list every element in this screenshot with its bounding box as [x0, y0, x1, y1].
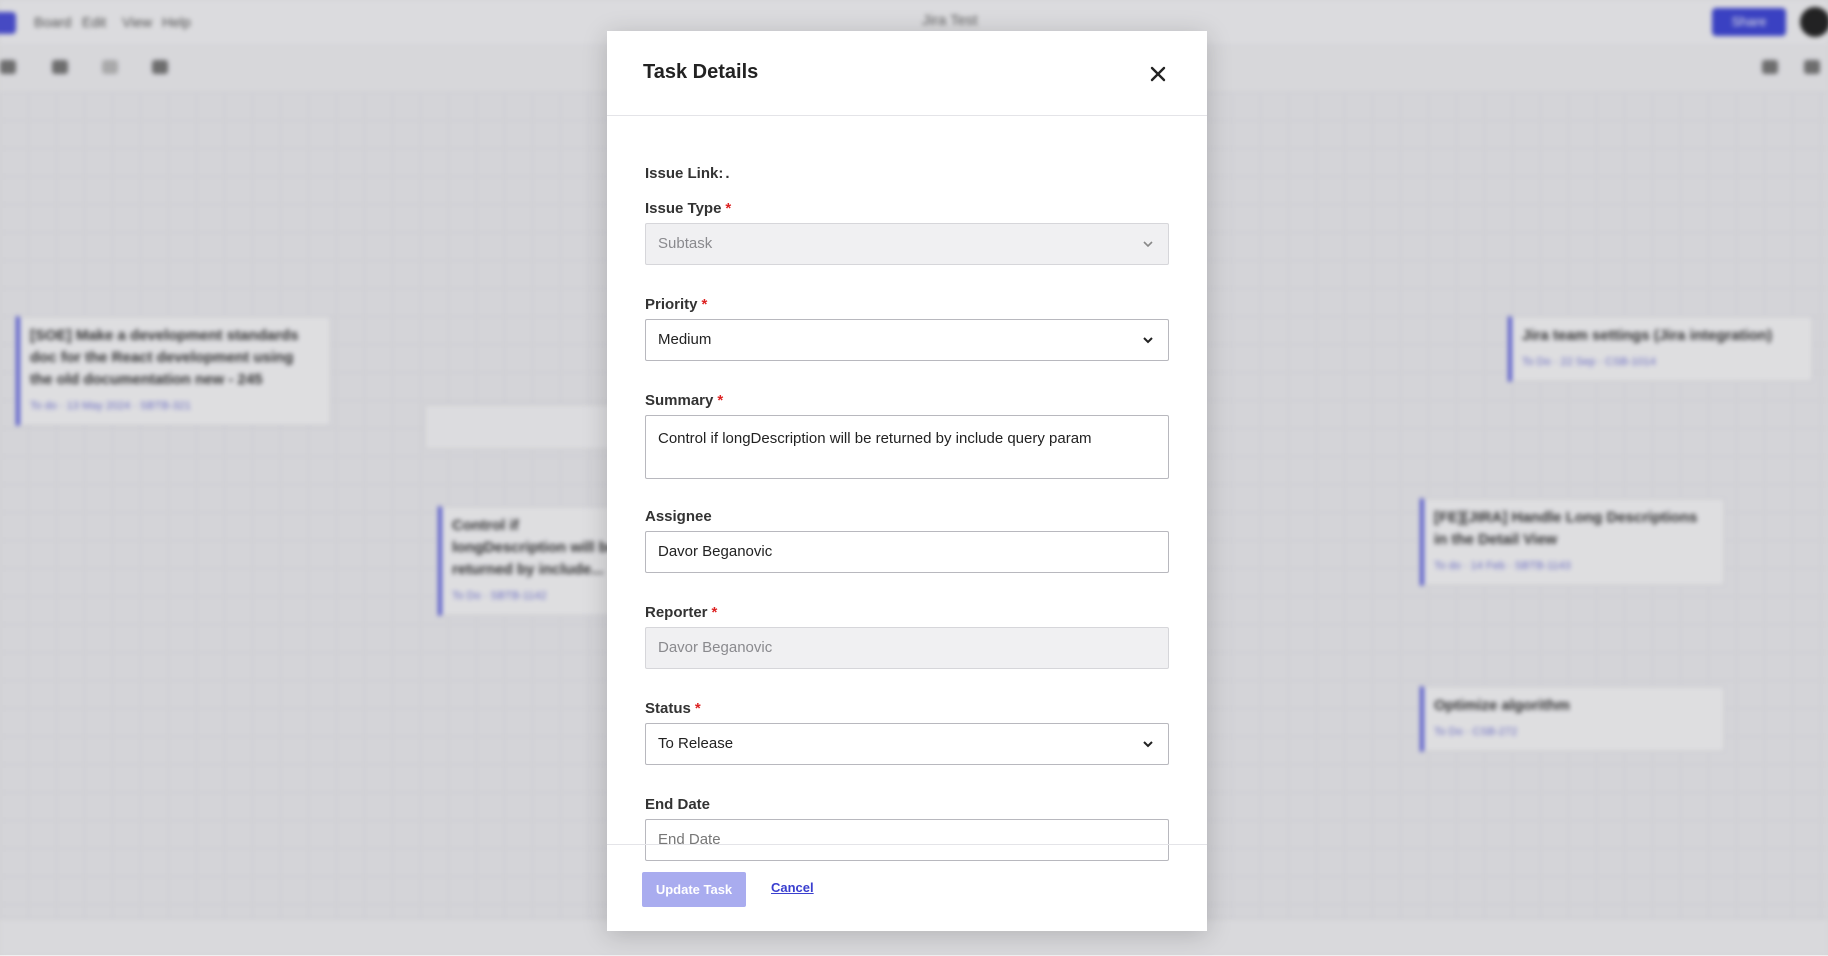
reporter-value: Davor Beganovic [658, 639, 773, 656]
summary-label: Summary * [645, 392, 723, 409]
summary-value: Control if longDescription will be retur… [658, 430, 1092, 447]
issue-link-label-text: Issue Link: [645, 165, 724, 182]
modal-footer: Update Task Cancel [607, 844, 1207, 932]
priority-select[interactable]: Medium [645, 319, 1169, 361]
required-marker: * [717, 392, 724, 409]
status-label: Status * [645, 700, 701, 717]
priority-label-text: Priority [645, 296, 698, 313]
priority-value: Medium [658, 331, 712, 348]
required-marker: * [711, 604, 718, 621]
assignee-label-text: Assignee [645, 508, 712, 525]
cancel-link[interactable]: Cancel [771, 880, 814, 895]
reporter-input[interactable]: Davor Beganovic [645, 627, 1169, 669]
assignee-value: Davor Beganovic [658, 543, 773, 560]
issue-type-label: Issue Type * [645, 200, 731, 217]
status-label-text: Status [645, 700, 691, 717]
assignee-input[interactable]: Davor Beganovic [645, 531, 1169, 573]
status-select[interactable]: To Release [645, 723, 1169, 765]
modal-title: Task Details [643, 61, 759, 83]
required-marker: * [725, 200, 732, 217]
priority-label: Priority * [645, 296, 707, 313]
required-marker: * [701, 296, 708, 313]
required-marker: * [694, 700, 701, 717]
close-button[interactable] [1143, 59, 1173, 89]
issue-type-label-text: Issue Type [645, 200, 722, 217]
update-task-button[interactable]: Update Task [642, 872, 746, 907]
issue-type-value: Subtask [658, 235, 713, 252]
assignee-label: Assignee [645, 508, 712, 525]
modal-header: Task Details [607, 31, 1207, 116]
end-date-label-text: End Date [645, 796, 711, 813]
status-value: To Release [658, 735, 734, 752]
task-details-modal: Task Details Issue Link:. Issue Type * Su… [607, 31, 1207, 931]
reporter-label-text: Reporter [645, 604, 708, 621]
summary-label-text: Summary [645, 392, 714, 409]
issue-link-value[interactable]: . [725, 165, 729, 182]
reporter-label: Reporter * [645, 604, 717, 621]
chevron-down-icon [1143, 741, 1153, 748]
close-icon [1150, 66, 1166, 82]
issue-type-select[interactable]: Subtask [645, 223, 1169, 265]
chevron-down-icon [1143, 241, 1153, 248]
end-date-label: End Date [645, 796, 710, 813]
chevron-down-icon [1143, 337, 1153, 344]
issue-link-label: Issue Link:. [645, 165, 730, 182]
summary-textarea[interactable]: Control if longDescription will be retur… [645, 415, 1169, 479]
